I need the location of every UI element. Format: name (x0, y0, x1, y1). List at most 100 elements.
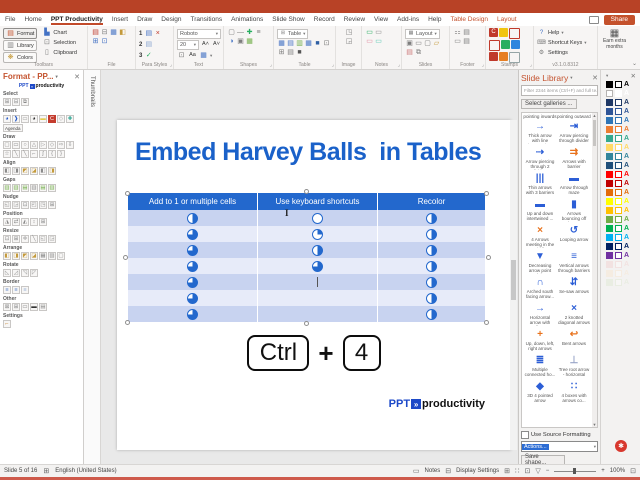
color-swatch-row[interactable]: A (606, 179, 638, 188)
zoom-out-button[interactable]: − (546, 468, 550, 474)
gallery-item[interactable]: →Horizontal arrow with smaller arr... (523, 301, 557, 327)
harvey-ball-50[interactable] (426, 292, 437, 304)
color-swatch-row[interactable]: A (606, 215, 638, 224)
border-tool-icon[interactable]: ≡ (12, 286, 20, 294)
fill-color-swatch[interactable] (606, 162, 613, 169)
gallery-item[interactable]: ▮Arrows bouncing off and penetr... (557, 197, 591, 223)
draw-tool-icon[interactable]: ⇩ (66, 141, 74, 149)
draw-tool-icon[interactable]: ╲ (21, 150, 29, 158)
format-toolbar-button[interactable]: ▤ Format (3, 28, 38, 39)
other-tool-icon[interactable]: ▭ (21, 303, 29, 311)
stamp-tool[interactable]: C (48, 115, 56, 123)
print-icon[interactable]: ⊟ (100, 28, 109, 37)
draw-tool-icon[interactable]: ▭ (12, 141, 20, 149)
harvey-ball-50[interactable] (426, 308, 437, 320)
font-color-swatch[interactable]: A (624, 108, 629, 115)
fill-color-swatch[interactable] (606, 225, 613, 232)
comments-icon[interactable] (588, 15, 599, 24)
harvey-ball-25[interactable] (312, 228, 323, 240)
table-cell[interactable] (258, 306, 378, 322)
menu-tab-layout[interactable]: Layout (497, 16, 517, 23)
stamp-outline-red2[interactable] (489, 40, 500, 51)
gallery-item[interactable]: ⇵ Se-saw arrows (557, 275, 591, 301)
gallery-item[interactable]: ▼Decreasing arrow point south inte... (523, 249, 557, 275)
table-cell[interactable] (128, 274, 258, 290)
menu-tab-table-design[interactable]: Table Design (450, 16, 488, 23)
fill-color-swatch[interactable] (606, 153, 613, 160)
gallery-item[interactable]: ▬ Arrow through maze (557, 171, 591, 197)
harvey-ball-50[interactable] (426, 244, 437, 256)
table-cell[interactable] (378, 226, 486, 242)
fill-color-swatch[interactable] (606, 144, 613, 151)
share-button[interactable]: Share (603, 14, 635, 25)
agenda-tool[interactable]: Agenda (3, 124, 23, 132)
rotate-tool-icon[interactable]: ◺ (3, 269, 11, 277)
scroll-up-icon[interactable]: ▲ (593, 113, 597, 118)
table-cell[interactable] (378, 242, 486, 258)
color-swatch-row[interactable]: A (606, 206, 638, 215)
align-tool-icon[interactable]: ◩ (21, 167, 29, 175)
gallery-item[interactable]: + Up, down, left, right arrows (523, 327, 557, 353)
shrink-font-icon[interactable]: A˅ (212, 40, 221, 49)
resize-tool-icon[interactable]: ✛ (21, 235, 29, 243)
shape-icon[interactable]: ▢ (227, 28, 236, 37)
close-icon[interactable]: ✕ (74, 73, 80, 81)
align-tool-icon[interactable]: ◧ (39, 167, 47, 175)
outline-color-swatch[interactable] (615, 117, 622, 124)
thumbnails-pane-collapsed[interactable]: Thumbnails (84, 70, 101, 464)
other-tool-icon[interactable]: ▤ (39, 303, 47, 311)
gallery-item[interactable]: ↩ Bent arrows (557, 327, 591, 353)
shortcut-keys-button[interactable]: Shortcut Keys (548, 39, 582, 48)
draw-tool-icon[interactable]: ☆ (3, 150, 11, 158)
harvey-ball-50[interactable] (187, 212, 198, 224)
resize-image-icon[interactable]: ◲ (345, 37, 354, 46)
fill-color-swatch[interactable] (606, 189, 613, 196)
outline-color-swatch[interactable] (615, 189, 622, 196)
harvey-ball-50[interactable] (426, 212, 437, 224)
table-grid-icon[interactable]: ▦ (304, 39, 313, 48)
color-swatch-row[interactable]: A (606, 125, 638, 134)
menu-tab-slide-show[interactable]: Slide Show (272, 16, 305, 23)
gallery-item[interactable]: ⇢Arrow piercing through 2 dividers (523, 145, 557, 171)
menu-tab-view[interactable]: View (374, 16, 388, 23)
zoom-in-button[interactable]: + (601, 468, 605, 474)
outline-color-swatch[interactable] (615, 270, 622, 277)
fill-color-swatch[interactable] (606, 279, 613, 286)
position-tool-icon[interactable]: ◭ (21, 218, 29, 226)
color-swatch-row[interactable]: A (606, 188, 638, 197)
harvey-ball-50[interactable] (426, 260, 437, 272)
menu-tab-file[interactable]: File (5, 16, 15, 23)
keyboard-shortcut-graphic[interactable]: Ctrl + 4 (117, 335, 511, 371)
close-icon[interactable]: ✕ (631, 72, 636, 80)
gallery-item[interactable]: ◆ 3D 4 pointed arrow (523, 379, 557, 405)
rotate-tool-icon[interactable]: ◹ (21, 269, 29, 277)
plus-tool[interactable]: ✚ (66, 115, 74, 123)
draw-tool-icon[interactable]: { (48, 150, 56, 158)
draw-tool-icon[interactable]: ⇨ (57, 141, 65, 149)
harvey-ball-75[interactable] (187, 308, 198, 320)
slide-icon[interactable]: ▣ (405, 39, 414, 48)
font-color-swatch[interactable]: A (624, 99, 629, 106)
resize-tool-icon[interactable]: ◱ (39, 235, 47, 243)
font-color-swatch[interactable]: A (624, 117, 629, 124)
color-swatch-row[interactable]: A (606, 251, 638, 260)
outline-color-swatch[interactable] (615, 216, 622, 223)
selection-button[interactable]: ⊡ Selection (40, 38, 79, 47)
menu-tab-home[interactable]: Home (24, 16, 41, 23)
gallery-item[interactable]: ⇉ Arrows with barrier (557, 145, 591, 171)
cell-icon[interactable]: ⊡ (322, 39, 331, 48)
color-swatch-row[interactable]: A (606, 260, 638, 269)
accessibility-icon[interactable]: ⊞ (43, 467, 49, 475)
arrange-tool-icon[interactable]: ▧ (48, 252, 56, 260)
folder-icon[interactable]: ◧ (118, 28, 127, 37)
color-swatch-row[interactable]: A (606, 152, 638, 161)
selection-handle[interactable] (125, 320, 130, 325)
color-swatch-row[interactable]: A (606, 278, 638, 287)
zoom-slider-knob[interactable] (573, 468, 577, 474)
harvey-ball-75[interactable] (187, 260, 198, 272)
outline-color-swatch[interactable] (615, 81, 622, 88)
arrange-tool-icon[interactable]: ▢ (57, 252, 65, 260)
color-swatch-row[interactable]: A (606, 269, 638, 278)
align-tool-icon[interactable]: ◪ (30, 167, 38, 175)
font-color-swatch[interactable]: A (624, 279, 629, 286)
